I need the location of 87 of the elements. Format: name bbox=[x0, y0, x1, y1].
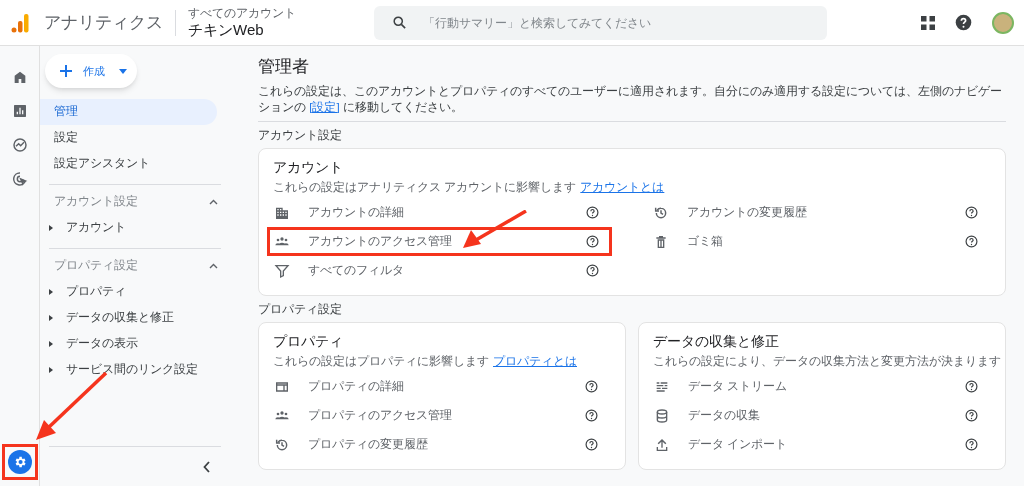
nav-item[interactable]: データの表示 bbox=[66, 335, 138, 353]
settings-row[interactable]: プロパティの詳細 bbox=[267, 372, 611, 401]
help-icon[interactable] bbox=[586, 206, 599, 219]
card-subtitle: これらの設定はアナリティクス アカウントに影響します bbox=[273, 180, 577, 194]
row-label: プロパティのアクセス管理 bbox=[308, 407, 453, 423]
expand-caret-icon[interactable] bbox=[49, 341, 53, 347]
apps-grid-icon[interactable] bbox=[921, 15, 935, 30]
page-title: 管理者 bbox=[258, 56, 310, 78]
row-label: プロパティの詳細 bbox=[308, 378, 405, 394]
row-label: データ インポート bbox=[688, 436, 789, 452]
settings-row[interactable]: アカウントの変更履歴 bbox=[646, 198, 991, 227]
section-label: アカウント設定 bbox=[258, 128, 343, 143]
chevron-icon bbox=[209, 263, 218, 269]
filter-icon bbox=[274, 262, 290, 279]
section-header[interactable]: プロパティ設定 bbox=[49, 253, 221, 279]
section-title: アカウント設定 bbox=[54, 194, 138, 210]
product-name: アナリティクス bbox=[44, 11, 163, 34]
settings-row[interactable]: データ インポート bbox=[647, 430, 991, 459]
card-subtitle: これらの設定はプロパティに影響します bbox=[273, 354, 489, 368]
arrow-annotation bbox=[462, 210, 528, 250]
search-icon[interactable] bbox=[392, 15, 407, 30]
upload-icon bbox=[654, 436, 670, 453]
settings-link[interactable]: [設定] bbox=[309, 101, 340, 113]
settings-row[interactable]: プロパティのアクセス管理 bbox=[267, 401, 611, 430]
card-title: アカウント bbox=[273, 159, 344, 177]
chevron-icon bbox=[209, 199, 218, 205]
help-icon[interactable] bbox=[586, 264, 599, 277]
help-icon[interactable] bbox=[965, 206, 978, 219]
help-icon[interactable] bbox=[965, 409, 978, 422]
row-label: プロパティの変更履歴 bbox=[308, 436, 429, 452]
section-header[interactable]: アカウント設定 bbox=[49, 189, 221, 215]
bar-chart-icon bbox=[11, 103, 28, 119]
expand-caret-icon[interactable] bbox=[49, 225, 53, 231]
help-icon[interactable] bbox=[585, 438, 598, 451]
help-icon[interactable] bbox=[965, 438, 978, 451]
search-field[interactable]: 「行動サマリー」と検索してみてください bbox=[374, 5, 827, 40]
account-picker[interactable]: すべてのアカウント チキンWeb bbox=[188, 5, 296, 40]
expand-caret-icon[interactable] bbox=[49, 315, 53, 321]
nav-item[interactable]: データの収集と修正 bbox=[66, 309, 174, 327]
row-label: アカウントのアクセス管理 bbox=[308, 233, 453, 249]
caret-icon bbox=[119, 68, 127, 74]
trend-chart-icon bbox=[11, 137, 28, 153]
settings-row[interactable]: ゴミ箱 bbox=[646, 227, 991, 256]
logo-icon bbox=[11, 12, 29, 33]
row-label: すべてのフィルタ bbox=[308, 262, 405, 278]
row-label: データの収集 bbox=[688, 407, 761, 423]
expand-caret-icon[interactable] bbox=[49, 289, 53, 295]
help-icon[interactable] bbox=[965, 380, 978, 393]
help-icon[interactable] bbox=[955, 14, 972, 31]
nav-item[interactable]: アカウント bbox=[66, 219, 126, 237]
settings-row[interactable]: データ ストリーム bbox=[647, 372, 991, 401]
plus-icon bbox=[59, 64, 73, 78]
search-input[interactable]: 「行動サマリー」と検索してみてください bbox=[423, 7, 809, 38]
row-label: データ ストリーム bbox=[688, 378, 789, 394]
card-title: データの収集と修正 bbox=[653, 333, 780, 351]
nav-item[interactable]: サービス間のリンク設定 bbox=[66, 361, 198, 379]
help-icon[interactable] bbox=[965, 235, 978, 248]
learn-more-link[interactable]: プロパティとは bbox=[493, 354, 577, 368]
settings-row[interactable]: データの収集 bbox=[647, 401, 991, 430]
page-description: これらの設定は、このアカウントとプロパティのすべてのユーザーに適用されます。自分にのみ適用する設定については、左側のナビゲーションの [設定] に移動してください。 bbox=[258, 83, 1006, 122]
section-label: プロパティ設定 bbox=[258, 302, 343, 317]
row-label: アカウントの詳細 bbox=[308, 204, 405, 220]
row-label: ゴミ箱 bbox=[687, 233, 724, 249]
nav-item[interactable]: 設定 bbox=[40, 125, 217, 151]
settings-row[interactable]: アカウントの詳細 bbox=[267, 198, 612, 227]
card-title: プロパティ bbox=[273, 333, 344, 351]
section-title: プロパティ設定 bbox=[54, 258, 138, 274]
settings-row[interactable]: プロパティの変更履歴 bbox=[267, 430, 611, 459]
expand-caret-icon[interactable] bbox=[49, 367, 53, 373]
help-icon[interactable] bbox=[585, 380, 598, 393]
settings-row[interactable]: すべてのフィルタ bbox=[267, 256, 612, 285]
nav-item[interactable]: 設定アシスタント bbox=[40, 151, 217, 177]
settings-row[interactable]: アカウントのアクセス管理 bbox=[267, 227, 612, 256]
create-button[interactable]: 作成 bbox=[45, 54, 137, 88]
row-label: アカウントの変更履歴 bbox=[687, 204, 808, 220]
trash-icon bbox=[653, 233, 669, 250]
nav-item[interactable]: 管理 bbox=[40, 99, 217, 125]
cursor-target-icon bbox=[11, 171, 28, 187]
nav-item[interactable]: プロパティ bbox=[66, 283, 126, 301]
learn-more-link[interactable]: アカウントとは bbox=[580, 180, 665, 194]
help-icon[interactable] bbox=[586, 235, 599, 248]
collapse-icon[interactable] bbox=[203, 460, 211, 473]
admin-gear-button[interactable] bbox=[1, 444, 38, 480]
account-caption: すべてのアカウント bbox=[188, 5, 296, 21]
card-subtitle: これらの設定により、データの収集方法と変更方法が決まります bbox=[653, 354, 1001, 368]
help-icon[interactable] bbox=[585, 409, 598, 422]
database-icon bbox=[654, 407, 670, 424]
